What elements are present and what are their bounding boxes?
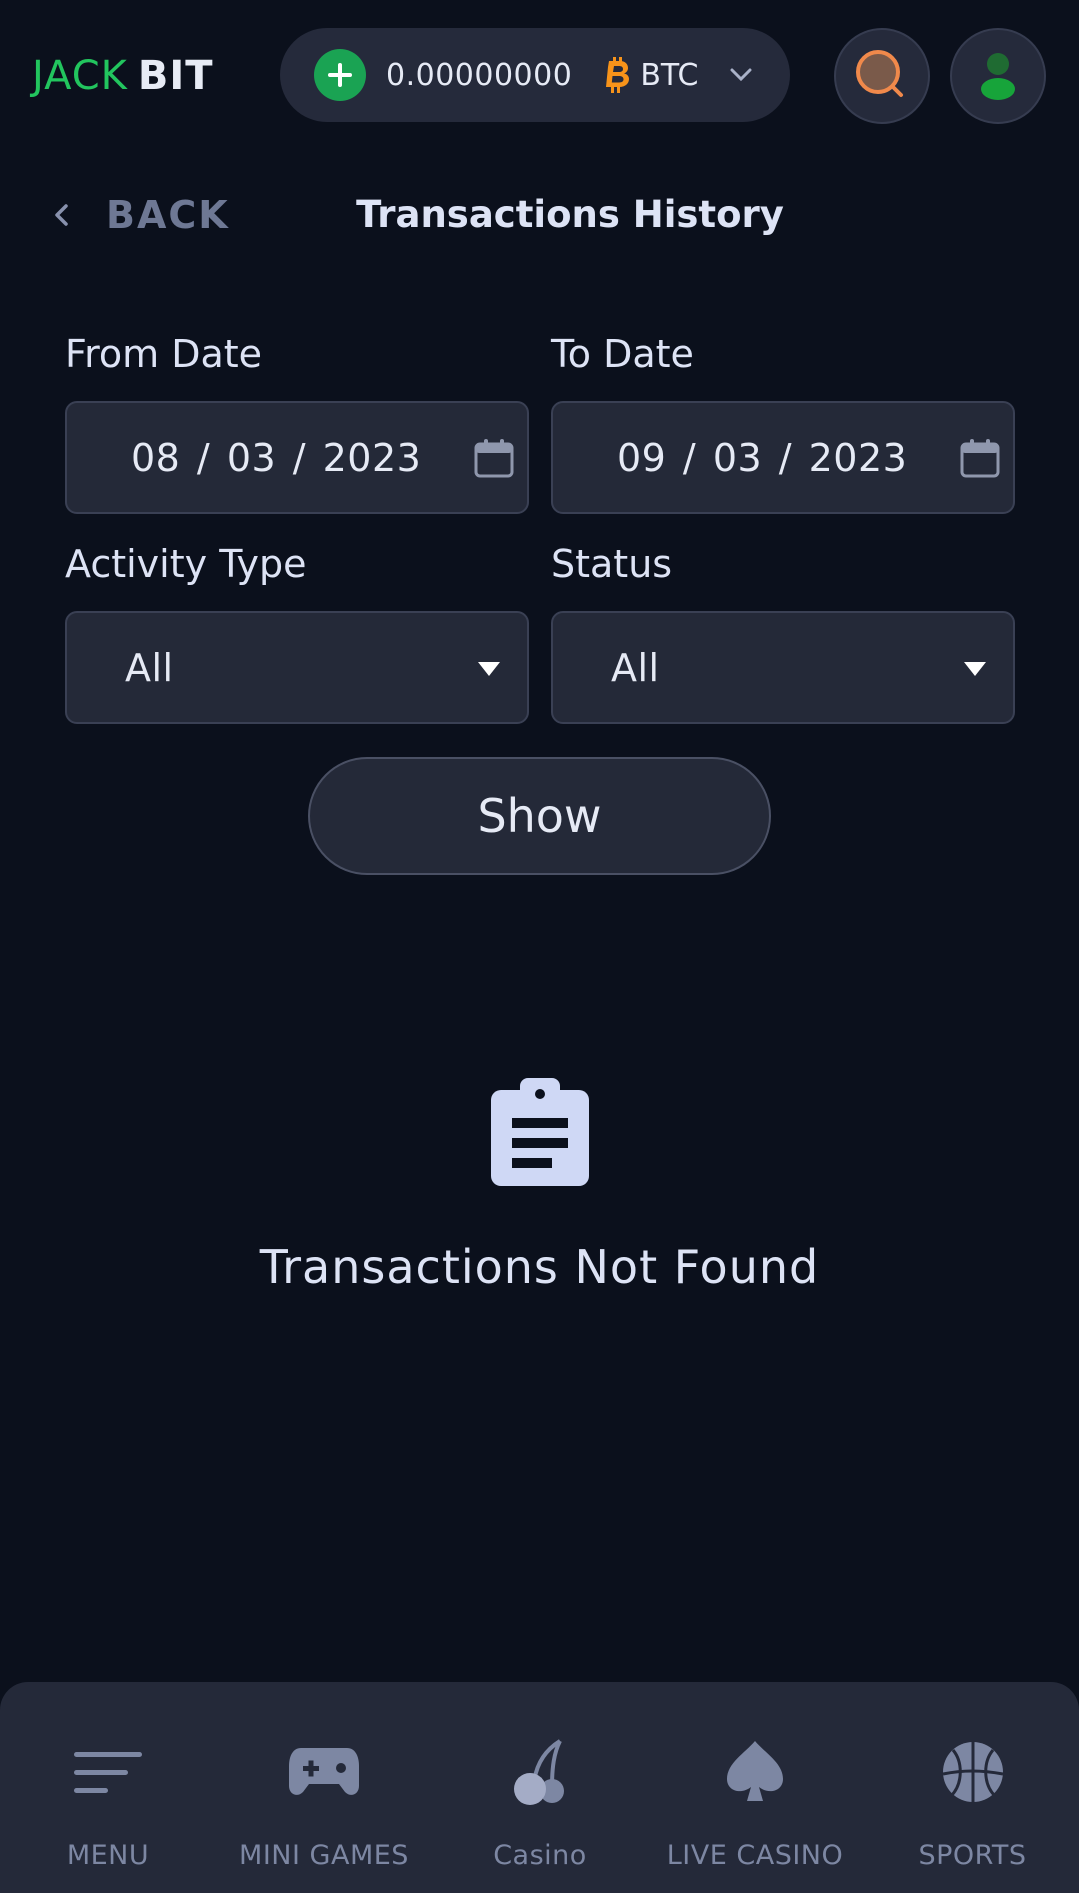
nav-item-menu[interactable]: MENU [48,1682,168,1893]
jackbit-logo[interactable]: JACK BIT [32,48,214,104]
status-label: Status [551,542,673,586]
caret-down-icon [478,662,500,676]
to-date-input[interactable]: 09 / 03 / 2023 [551,401,1015,514]
chevron-left-icon [52,190,76,240]
nav-item-mini-games[interactable]: MINI GAMES [224,1682,424,1893]
bottom-nav: MENU MINI GAMES Casino LIVE CASINO SPORT… [0,1682,1079,1893]
calendar-icon[interactable] [473,437,515,479]
gamepad-icon [284,1732,364,1812]
bitcoin-icon [602,57,632,93]
activity-type-select[interactable]: All [65,611,529,724]
chevron-down-icon [728,62,754,88]
page: JACK BIT 0.00000000 BTC BACK Transaction… [0,0,1079,1893]
nav-item-sports[interactable]: SPORTS [910,1682,1035,1893]
nav-label-live-casino: LIVE CASINO [666,1840,844,1871]
search-button[interactable] [834,28,930,124]
nav-label-casino: Casino [493,1840,587,1871]
logo-bit: BIT [137,53,214,99]
clipboard-icon [491,1078,589,1186]
show-button[interactable]: Show [308,757,771,875]
user-icon [981,53,1015,100]
profile-button[interactable] [950,28,1046,124]
from-date-value: 08 / 03 / 2023 [131,435,422,480]
to-date-label: To Date [551,332,694,376]
calendar-icon[interactable] [959,437,1001,479]
back-button[interactable]: BACK [52,190,230,240]
to-date-value: 09 / 03 / 2023 [617,435,908,480]
page-title: Transactions History [356,193,784,236]
activity-type-label: Activity Type [65,542,307,586]
activity-type-value: All [125,645,174,690]
back-label: BACK [106,193,230,237]
logo-jack: JACK [32,53,128,99]
nav-label-mini-games: MINI GAMES [239,1840,409,1871]
plus-icon [328,63,352,87]
deposit-button[interactable] [314,49,366,101]
nav-label-menu: MENU [66,1840,150,1871]
cherry-icon [500,1732,580,1812]
nav-item-casino[interactable]: Casino [480,1682,600,1893]
menu-icon [68,1732,148,1812]
balance-selector[interactable]: 0.00000000 BTC [280,28,790,122]
search-icon [856,50,903,97]
nav-item-live-casino[interactable]: LIVE CASINO [660,1682,850,1893]
currency-label: BTC [640,57,699,93]
empty-state-message: Transactions Not Found [259,1240,820,1294]
status-select[interactable]: All [551,611,1015,724]
from-date-input[interactable]: 08 / 03 / 2023 [65,401,529,514]
caret-down-icon [964,662,986,676]
nav-label-sports: SPORTS [918,1840,1027,1871]
from-date-label: From Date [65,332,263,376]
status-value: All [611,645,660,690]
basketball-icon [933,1732,1013,1812]
balance-amount: 0.00000000 [386,57,573,93]
spade-icon [715,1732,795,1812]
